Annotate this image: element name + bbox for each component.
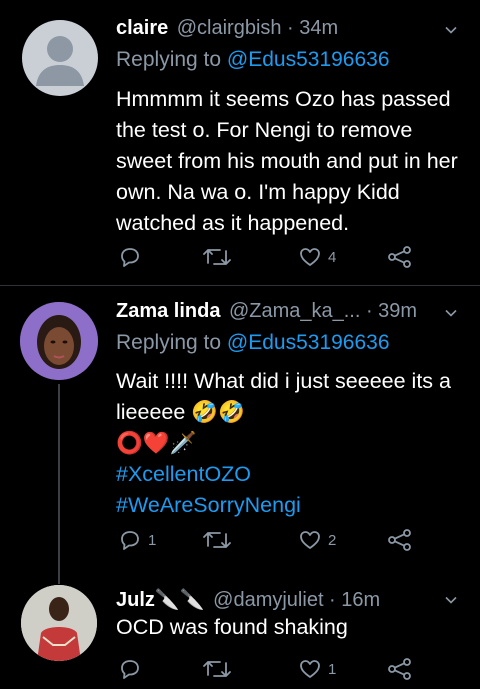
avatar-claire[interactable] bbox=[22, 20, 98, 96]
avatar-zama-linda[interactable] bbox=[20, 302, 98, 380]
chevron-down-icon[interactable] bbox=[445, 24, 457, 36]
chevron-down-icon[interactable] bbox=[445, 594, 457, 606]
text-line: sweet from his mouth and put in her bbox=[116, 149, 458, 173]
like-count: 4 bbox=[328, 248, 337, 266]
share-button[interactable] bbox=[387, 654, 413, 684]
like-icon bbox=[300, 660, 320, 678]
tweet-text: Wait !!!! What did i just seeeee its a l… bbox=[116, 366, 471, 521]
author-name[interactable]: claire bbox=[116, 17, 168, 39]
share-icon bbox=[388, 246, 411, 268]
share-icon bbox=[388, 529, 411, 551]
tweet-actions: 1 2 bbox=[0, 525, 480, 555]
replying-to-handle[interactable]: @Edus53196636 bbox=[227, 331, 390, 354]
retweet-icon bbox=[203, 661, 231, 677]
text-line: own. Na wa o. I'm happy Kidd bbox=[116, 180, 400, 204]
reply-count: 1 bbox=[148, 531, 157, 549]
replying-to-label: Replying to bbox=[116, 331, 222, 354]
replying-to-handle[interactable]: @Edus53196636 bbox=[227, 48, 390, 71]
reply-icon bbox=[121, 248, 139, 267]
tweet-actions: 4 bbox=[0, 242, 480, 272]
default-avatar-icon bbox=[36, 36, 84, 86]
share-button[interactable] bbox=[387, 242, 413, 272]
tweet-text: OCD was found shaking bbox=[116, 612, 471, 643]
chevron-down-icon[interactable] bbox=[445, 307, 457, 319]
text-line: lieeeee 🤣🤣 bbox=[116, 400, 245, 424]
retweet-button[interactable] bbox=[202, 525, 238, 555]
text-line: OCD was found shaking bbox=[116, 615, 348, 639]
retweet-icon bbox=[203, 532, 231, 548]
retweet-button[interactable] bbox=[202, 242, 238, 272]
replying-to: Replying to @Edus53196636 bbox=[116, 48, 390, 72]
reply-icon bbox=[121, 531, 139, 550]
share-icon bbox=[388, 658, 411, 680]
text-line: Hmmmm it seems Ozo has passed bbox=[116, 87, 451, 111]
like-icon bbox=[300, 531, 320, 549]
reply-button[interactable] bbox=[118, 654, 148, 684]
text-line: watched as it happened. bbox=[116, 211, 350, 235]
author-handle: @damyjuliet · 16m bbox=[213, 589, 381, 611]
text-line: the test o. For Nengi to remove bbox=[116, 118, 413, 142]
text-line: Wait !!!! What did i just seeeee its a bbox=[116, 369, 451, 393]
tweet-text: Hmmmm it seems Ozo has passed the test o… bbox=[116, 84, 471, 239]
author-handle: @Zama_ka_... · 39m bbox=[228, 300, 418, 322]
hashtag-link[interactable]: #XcellentOZO bbox=[116, 459, 471, 490]
reply-button[interactable]: 1 bbox=[118, 525, 156, 555]
like-button[interactable]: 4 bbox=[298, 242, 336, 272]
hashtag-link[interactable]: #WeAreSorryNengi bbox=[116, 490, 471, 521]
profile-photo-icon bbox=[20, 302, 98, 380]
like-count: 1 bbox=[328, 660, 337, 678]
avatar-julz[interactable] bbox=[21, 585, 97, 661]
like-icon bbox=[300, 248, 320, 266]
replying-to-label: Replying to bbox=[116, 48, 222, 71]
like-button[interactable]: 1 bbox=[298, 654, 336, 684]
like-count: 2 bbox=[328, 531, 337, 549]
retweet-button[interactable] bbox=[202, 654, 238, 684]
author-name[interactable]: Julz🔪🔪 bbox=[116, 589, 205, 611]
tweet-divider bbox=[0, 285, 480, 286]
profile-photo-icon bbox=[21, 585, 97, 661]
tweet-actions: 1 bbox=[0, 654, 480, 684]
share-button[interactable] bbox=[387, 525, 413, 555]
author-handle: @clairgbish · 34m bbox=[176, 17, 339, 39]
like-button[interactable]: 2 bbox=[298, 525, 336, 555]
retweet-icon bbox=[203, 249, 231, 265]
replying-to: Replying to @Edus53196636 bbox=[116, 331, 390, 355]
reply-button[interactable] bbox=[118, 242, 148, 272]
reply-icon bbox=[121, 660, 139, 679]
author-name[interactable]: Zama linda bbox=[116, 300, 220, 322]
emoji-line: ⭕❤️🗡️ bbox=[116, 431, 197, 455]
